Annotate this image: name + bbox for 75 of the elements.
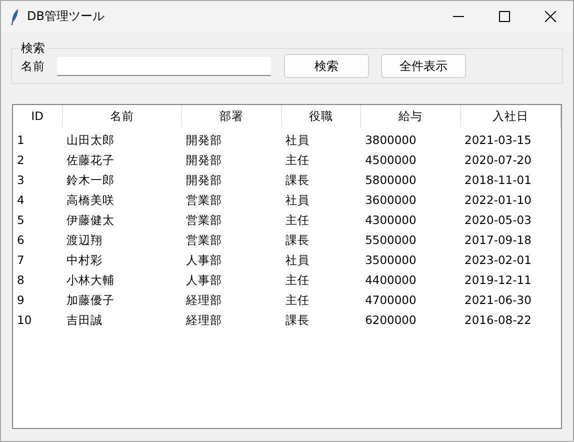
close-icon[interactable] bbox=[544, 11, 556, 22]
table-cell: 2022-01-10 bbox=[464, 193, 532, 207]
table-cell: 8 bbox=[17, 273, 24, 287]
table-cell: 3600000 bbox=[365, 193, 416, 207]
field-label: 名前 bbox=[21, 58, 46, 74]
table-cell: 渡辺翔 bbox=[66, 233, 103, 247]
table-cell: 3800000 bbox=[365, 133, 416, 147]
table-cell: 人事部 bbox=[186, 273, 222, 287]
table-cell: 佐藤花子 bbox=[66, 153, 115, 167]
column-header[interactable]: ID bbox=[13, 105, 63, 127]
table-cell: 加藤優子 bbox=[66, 293, 115, 307]
window-title: DB管理ツール bbox=[27, 8, 106, 25]
table-cell: 課長 bbox=[286, 233, 310, 247]
table-cell: 2018-11-01 bbox=[464, 173, 532, 187]
table-cell: 高橋美咲 bbox=[66, 193, 115, 207]
table-cell: 2023-02-01 bbox=[464, 253, 532, 267]
column-header[interactable]: 入社日 bbox=[460, 105, 561, 127]
table-cell: 7 bbox=[17, 253, 24, 267]
table-cell: 4700000 bbox=[365, 293, 416, 307]
table-cell: 吉田誠 bbox=[66, 313, 103, 327]
maximize-icon[interactable] bbox=[498, 11, 510, 22]
table-cell: 3500000 bbox=[365, 253, 416, 267]
table-cell: 主任 bbox=[286, 213, 310, 227]
table-cell: 伊藤健太 bbox=[66, 213, 115, 227]
column-header[interactable]: 部署 bbox=[182, 105, 282, 127]
table-cell: 10 bbox=[17, 313, 32, 327]
table-cell: 山田太郎 bbox=[66, 133, 115, 147]
table-cell: 6200000 bbox=[365, 313, 416, 327]
table-cell: 開発部 bbox=[186, 133, 222, 147]
table-cell: 社員 bbox=[286, 193, 310, 207]
table-cell: 2021-03-15 bbox=[464, 133, 532, 147]
table-cell: 鈴木一郎 bbox=[66, 173, 115, 187]
table-cell: 営業部 bbox=[186, 213, 222, 227]
table-cell: 5 bbox=[17, 213, 24, 227]
table-cell: 2020-07-20 bbox=[464, 153, 532, 167]
table-cell: 営業部 bbox=[186, 193, 222, 207]
show-all-button[interactable]: 全件表示 bbox=[381, 54, 466, 78]
table-cell: 4300000 bbox=[365, 213, 416, 227]
column-header[interactable]: 名前 bbox=[62, 105, 182, 127]
table-cell: 人事部 bbox=[186, 253, 222, 267]
table-cell: 営業部 bbox=[186, 233, 222, 247]
table-cell: 2020-05-03 bbox=[464, 213, 532, 227]
table-cell: 経理部 bbox=[186, 313, 222, 327]
table-cell: 開発部 bbox=[186, 153, 222, 167]
table-cell: 2019-12-11 bbox=[464, 273, 532, 287]
table-cell: 主任 bbox=[286, 273, 310, 287]
search-button[interactable]: 検索 bbox=[284, 54, 369, 78]
table-cell: 課長 bbox=[286, 313, 310, 327]
column-header[interactable]: 役職 bbox=[282, 105, 362, 127]
table-cell: 3 bbox=[17, 173, 24, 187]
table-cell: 6 bbox=[17, 233, 24, 247]
table-cell: 社員 bbox=[286, 253, 310, 267]
table-cell: 中村彩 bbox=[66, 253, 103, 267]
table-cell: 9 bbox=[17, 293, 24, 307]
table-cell: 4400000 bbox=[365, 273, 416, 287]
table-cell: 社員 bbox=[286, 133, 310, 147]
table-cell: 2017-09-18 bbox=[464, 233, 532, 247]
table-cell: 経理部 bbox=[186, 293, 222, 307]
table-cell: 開発部 bbox=[186, 173, 222, 187]
table-cell: 小林大輔 bbox=[66, 273, 115, 287]
table-cell: 2016-08-22 bbox=[464, 313, 532, 327]
feather-icon bbox=[11, 8, 19, 24]
table-cell: 2021-06-30 bbox=[464, 293, 532, 307]
table-cell: 4 bbox=[17, 193, 24, 207]
column-header[interactable]: 給与 bbox=[361, 105, 461, 127]
group-label: 検索 bbox=[19, 40, 47, 57]
table-cell: 5800000 bbox=[365, 173, 416, 187]
table-cell: 課長 bbox=[286, 173, 310, 187]
name-field[interactable] bbox=[57, 56, 271, 76]
table-cell: 2 bbox=[17, 153, 24, 167]
table-cell: 主任 bbox=[286, 153, 310, 167]
table-cell: 4500000 bbox=[365, 153, 416, 167]
table-cell: 5500000 bbox=[365, 233, 416, 247]
table-cell: 1 bbox=[17, 133, 24, 147]
table-cell: 主任 bbox=[286, 293, 310, 307]
